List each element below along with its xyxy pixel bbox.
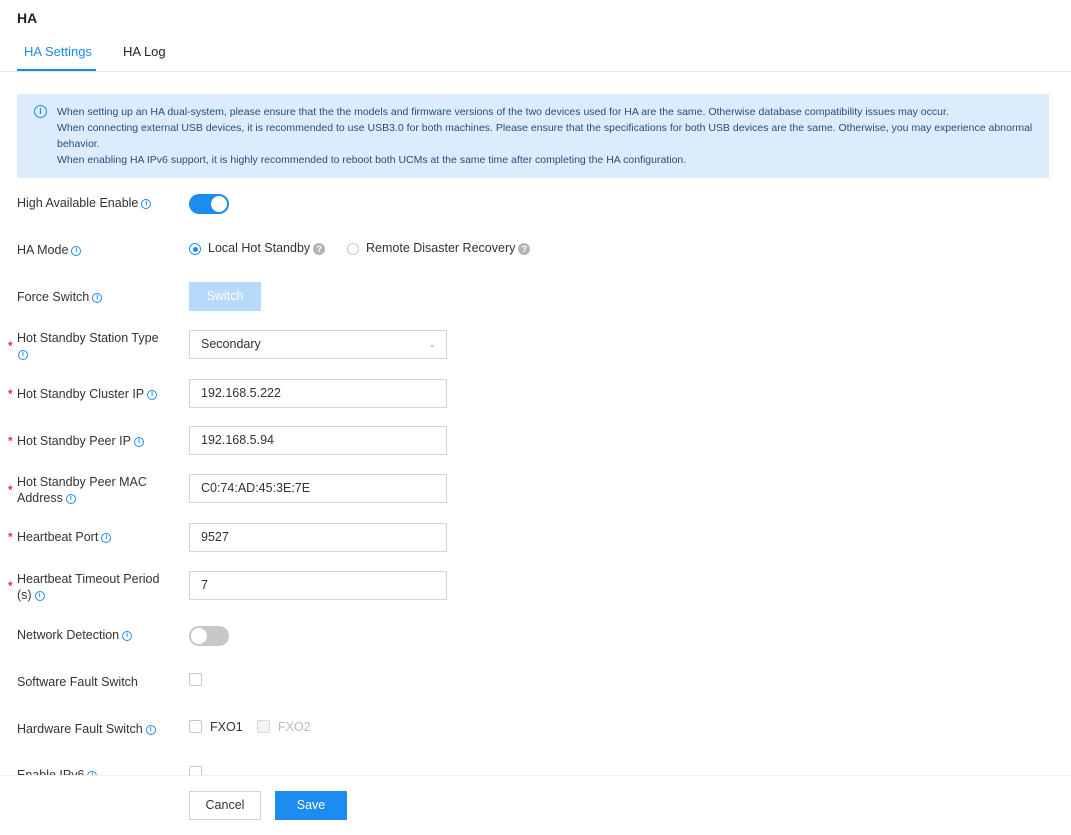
info-icon[interactable]: i	[122, 630, 133, 641]
peer-mac-input[interactable]: C0:74:AD:45:3E:7E	[189, 474, 447, 503]
network-detection-toggle[interactable]	[189, 626, 229, 646]
fxo2-checkbox[interactable]	[257, 720, 270, 733]
toggle-knob	[191, 628, 207, 644]
notice-line-2: When connecting external USB devices, it…	[57, 122, 1033, 150]
required-marker: *	[8, 434, 13, 448]
info-icon[interactable]: i	[65, 493, 76, 504]
info-icon[interactable]: i	[92, 292, 103, 303]
force-switch-button[interactable]: Switch	[189, 282, 261, 311]
hardware-fault-switch-label: Hardware Fault Switch i	[17, 721, 177, 737]
radio-label-remote-disaster-recovery[interactable]: Remote Disaster Recovery?	[366, 241, 531, 255]
peer-ip-label: Hot Standby Peer IP i	[17, 433, 177, 449]
force-switch-label: Force Switch i	[17, 289, 177, 305]
footer-bar: Cancel Save	[0, 775, 1071, 835]
high-available-enable-toggle[interactable]	[189, 194, 229, 214]
info-icon[interactable]: i	[101, 532, 112, 543]
station-type-select[interactable]: Secondary ⌄	[189, 330, 447, 359]
help-icon[interactable]: ?	[313, 242, 326, 255]
help-icon[interactable]: ?	[518, 242, 531, 255]
save-button[interactable]: Save	[275, 791, 347, 820]
info-icon: i	[34, 105, 47, 118]
tab-ha-log[interactable]: HA Log	[123, 44, 166, 71]
heartbeat-timeout-input[interactable]: 7	[189, 571, 447, 600]
radio-local-hot-standby[interactable]	[189, 243, 201, 255]
ha-mode-label: HA Mode i	[17, 242, 177, 258]
info-icon[interactable]: i	[133, 436, 144, 447]
high-available-enable-label: High Available Enable i	[17, 195, 177, 211]
tab-ha-settings[interactable]: HA Settings	[17, 44, 96, 71]
required-marker: *	[8, 483, 13, 497]
required-marker: *	[8, 530, 13, 544]
cancel-button[interactable]: Cancel	[189, 791, 261, 820]
station-type-label: Hot Standby Station Type i	[17, 331, 159, 360]
fxo1-checkbox[interactable]	[189, 720, 202, 733]
radio-label-local-hot-standby[interactable]: Local Hot Standby?	[208, 241, 326, 255]
software-fault-switch-label: Software Fault Switch	[17, 675, 138, 689]
info-icon[interactable]: i	[71, 245, 82, 256]
fxo2-label: FXO2	[278, 720, 311, 734]
fxo1-label[interactable]: FXO1	[210, 720, 243, 734]
info-icon[interactable]: i	[34, 590, 45, 601]
heartbeat-timeout-label: Heartbeat Timeout Period (s) i	[17, 572, 160, 602]
tab-bar: HA Settings HA Log	[0, 40, 1071, 72]
toggle-knob	[211, 196, 227, 212]
info-icon[interactable]: i	[141, 198, 152, 209]
network-detection-label: Network Detection i	[17, 627, 177, 643]
heartbeat-port-input[interactable]: 9527	[189, 523, 447, 552]
heartbeat-port-label: Heartbeat Port i	[17, 529, 177, 545]
required-marker: *	[8, 339, 13, 353]
required-marker: *	[8, 579, 13, 593]
info-icon[interactable]: i	[18, 349, 28, 360]
cluster-ip-label: Hot Standby Cluster IP i	[17, 386, 177, 402]
peer-mac-label: Hot Standby Peer MAC Address i	[17, 475, 147, 505]
software-fault-switch-checkbox[interactable]	[189, 673, 202, 686]
required-marker: *	[8, 387, 13, 401]
page-title: HA	[17, 10, 38, 26]
chevron-down-icon: ⌄	[428, 339, 436, 349]
radio-remote-disaster-recovery[interactable]	[347, 243, 359, 255]
notice-line-3: When enabling HA IPv6 support, it is hig…	[57, 154, 687, 166]
info-icon[interactable]: i	[147, 389, 158, 400]
peer-ip-input[interactable]: 192.168.5.94	[189, 426, 447, 455]
notice-line-1: When setting up an HA dual-system, pleas…	[57, 106, 949, 118]
station-type-value: Secondary	[201, 337, 261, 351]
cluster-ip-input[interactable]: 192.168.5.222	[189, 379, 447, 408]
notice-banner: i When setting up an HA dual-system, ple…	[17, 94, 1049, 178]
info-icon[interactable]: i	[145, 724, 156, 735]
